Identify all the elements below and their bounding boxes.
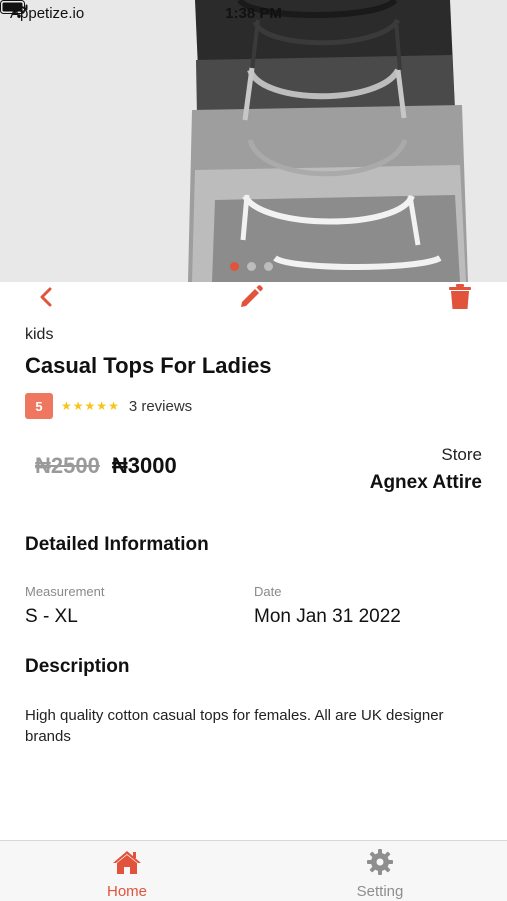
- rating-row: 5 ★ ★ ★ ★ ★ 3 reviews: [25, 393, 192, 419]
- store-name[interactable]: Agnex Attire: [370, 472, 482, 494]
- date-value: Mon Jan 31 2022: [254, 606, 401, 627]
- price-row: ₦2500 ₦3000: [35, 453, 177, 479]
- action-row: [0, 282, 507, 314]
- measurement-label: Measurement: [25, 584, 105, 599]
- star-icon: ★: [108, 399, 119, 413]
- rating-badge: 5: [25, 393, 53, 419]
- trash-icon: [449, 284, 471, 309]
- product-image[interactable]: Appetize.io 1:38 PM: [0, 0, 507, 282]
- carousel-dot[interactable]: [264, 262, 273, 271]
- star-icon: ★: [61, 399, 72, 413]
- pencil-icon: [241, 285, 263, 307]
- star-icon: ★: [96, 399, 108, 413]
- status-bar: Appetize.io 1:38 PM: [0, 0, 507, 28]
- chevron-left-icon: [40, 287, 52, 307]
- date-label: Date: [254, 584, 282, 599]
- tab-setting[interactable]: Setting: [310, 841, 450, 901]
- store-label: Store: [441, 445, 482, 464]
- details-heading: Detailed Information: [25, 534, 209, 555]
- carousel-dot[interactable]: [230, 262, 239, 271]
- old-price: ₦2500: [35, 453, 100, 478]
- star-rating: ★ ★ ★ ★ ★: [61, 400, 119, 412]
- edit-button[interactable]: [235, 282, 267, 312]
- product-photo: [0, 0, 507, 282]
- delete-button[interactable]: [445, 282, 475, 312]
- tab-bar: Home Setting: [0, 840, 507, 901]
- description-text: High quality cotton casual tops for fema…: [25, 707, 444, 745]
- gear-icon: [367, 849, 393, 875]
- status-time: 1:38 PM: [225, 5, 282, 22]
- carousel-indicator: [230, 262, 273, 271]
- reviews-count[interactable]: 3 reviews: [129, 398, 192, 415]
- tab-setting-label: Setting: [356, 883, 404, 900]
- current-price: ₦3000: [111, 453, 177, 478]
- product-category: kids: [25, 326, 54, 343]
- tab-home-label: Home: [106, 883, 147, 900]
- battery-icon: [0, 0, 28, 14]
- measurement-value: S - XL: [25, 606, 78, 627]
- home-icon: [113, 851, 141, 874]
- description-heading: Description: [25, 656, 130, 677]
- product-title: Casual Tops For Ladies: [25, 353, 272, 378]
- back-button[interactable]: [32, 282, 60, 312]
- star-icon: ★: [72, 399, 84, 413]
- star-icon: ★: [84, 399, 96, 413]
- carousel-dot[interactable]: [247, 262, 256, 271]
- tab-home[interactable]: Home: [57, 841, 197, 901]
